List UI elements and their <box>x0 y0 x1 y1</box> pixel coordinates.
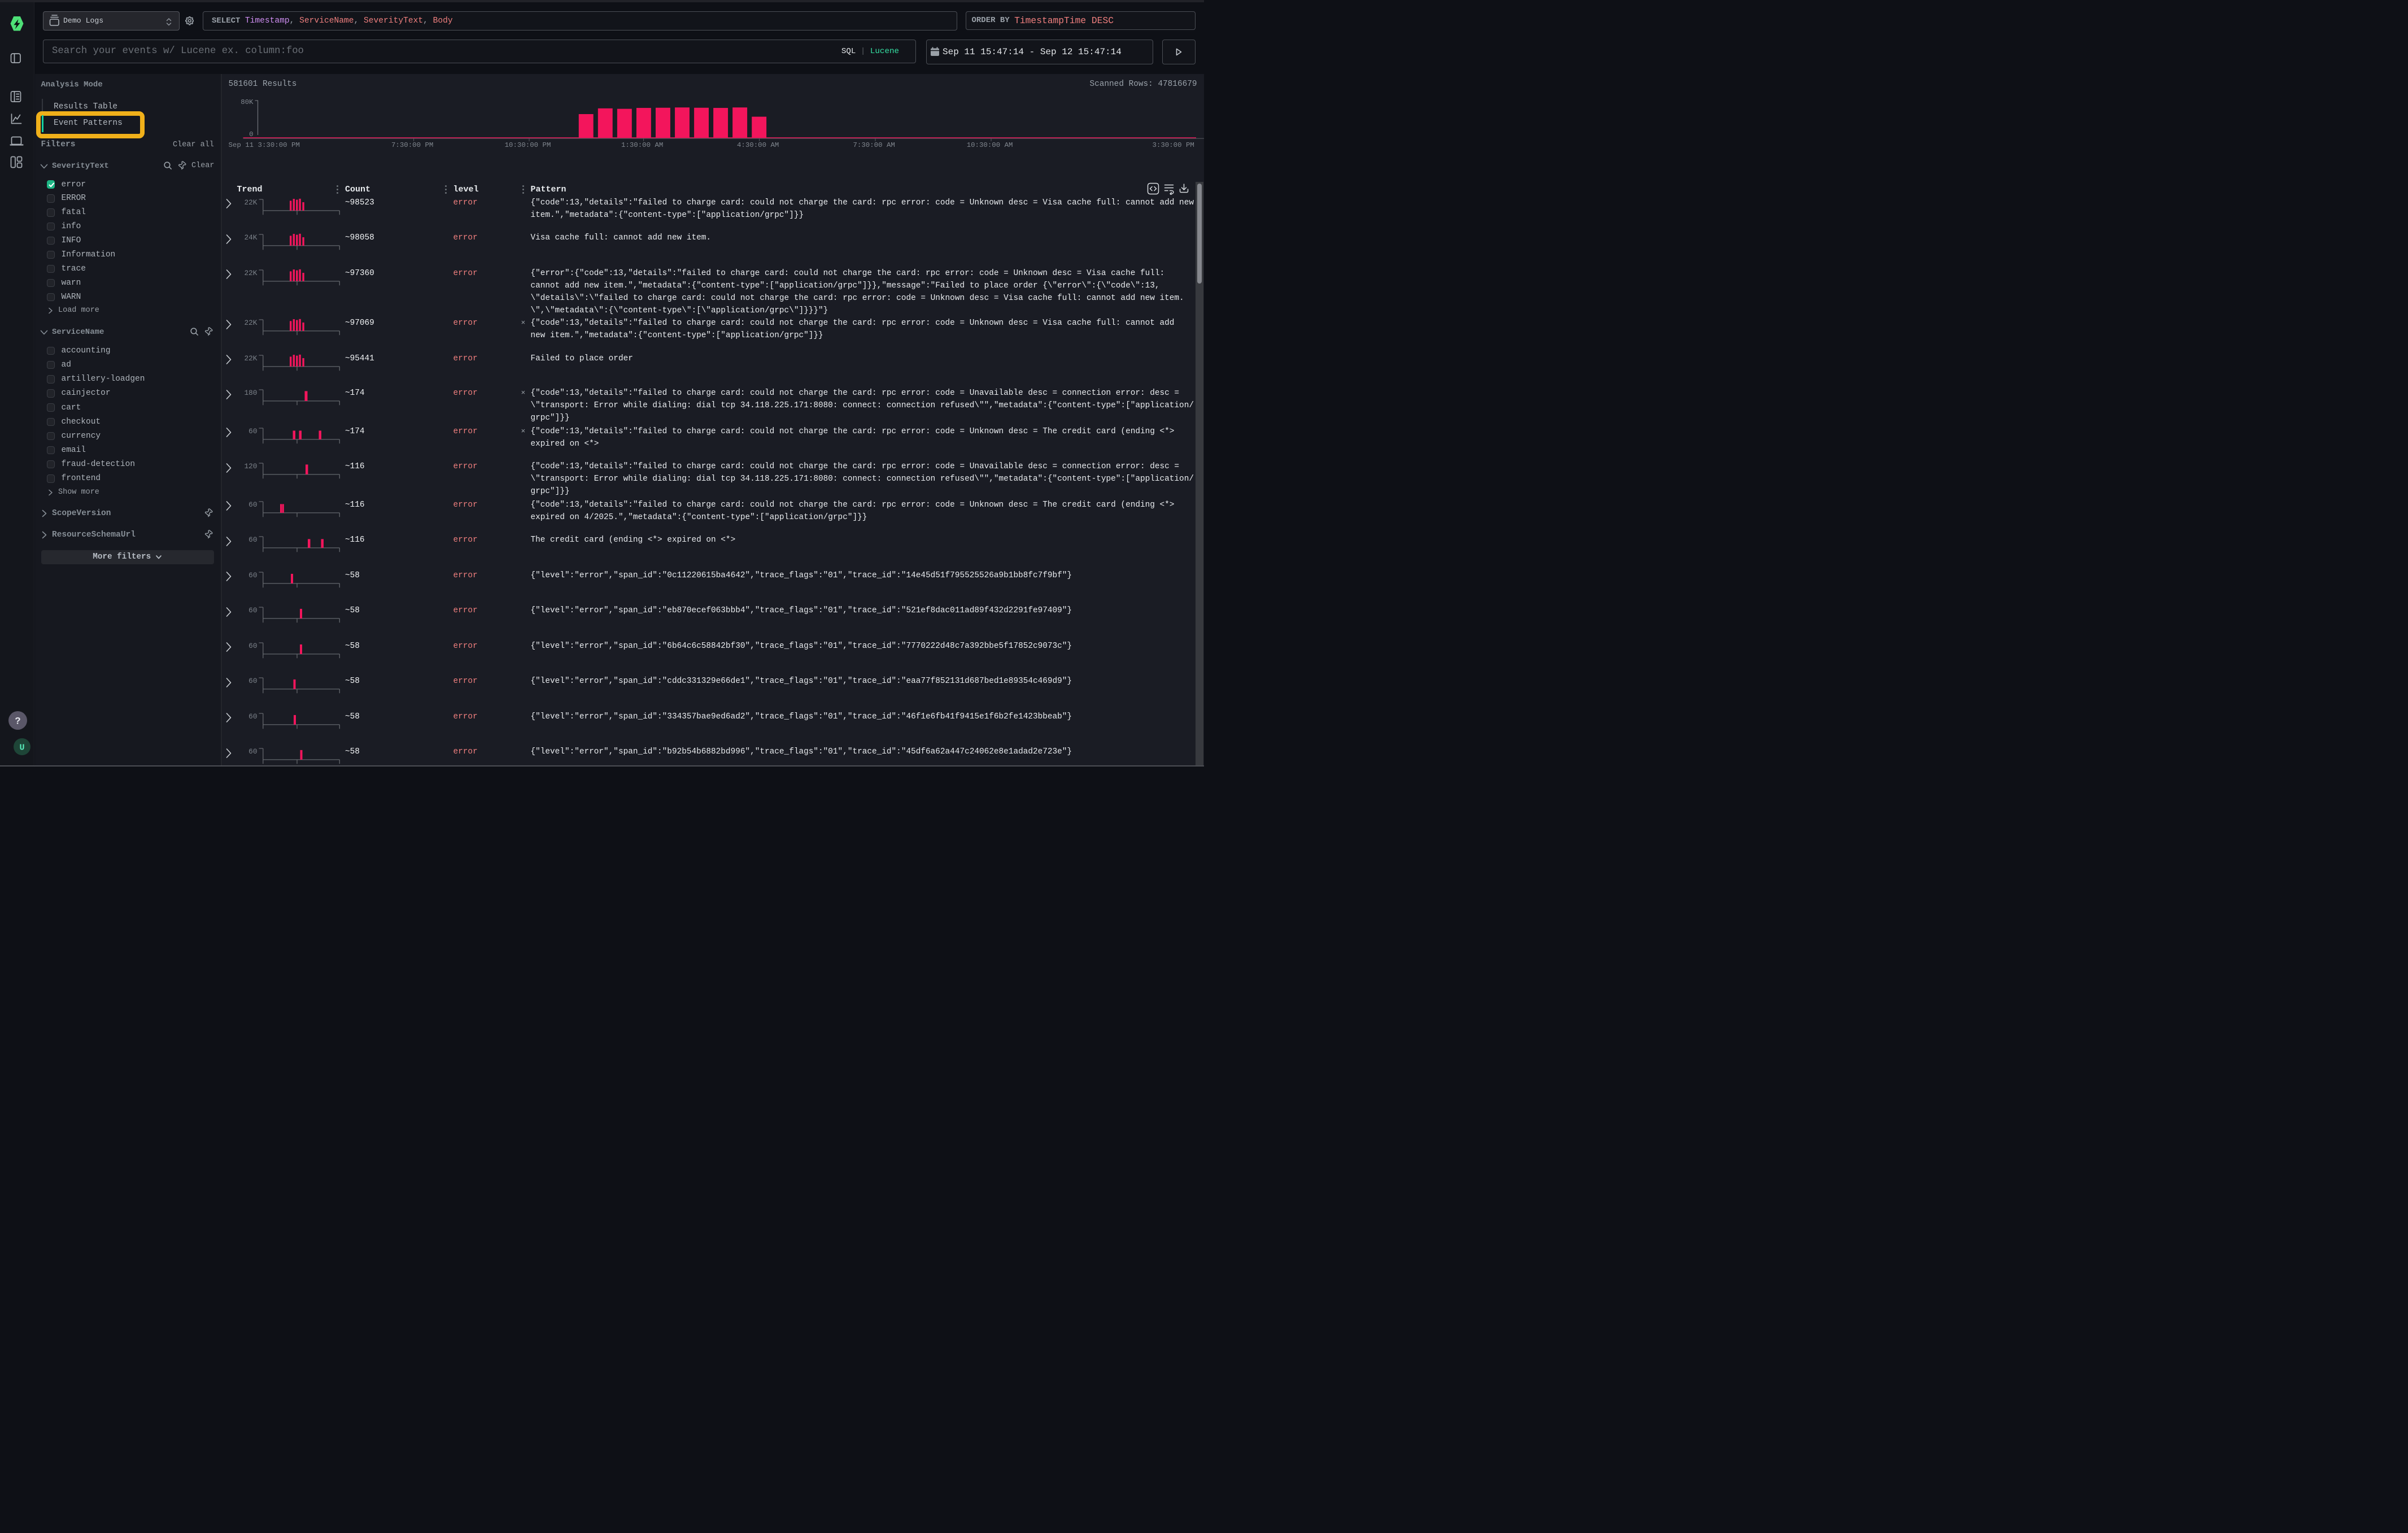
svg-text:U: U <box>19 743 24 753</box>
svg-text:?: ? <box>15 716 20 726</box>
